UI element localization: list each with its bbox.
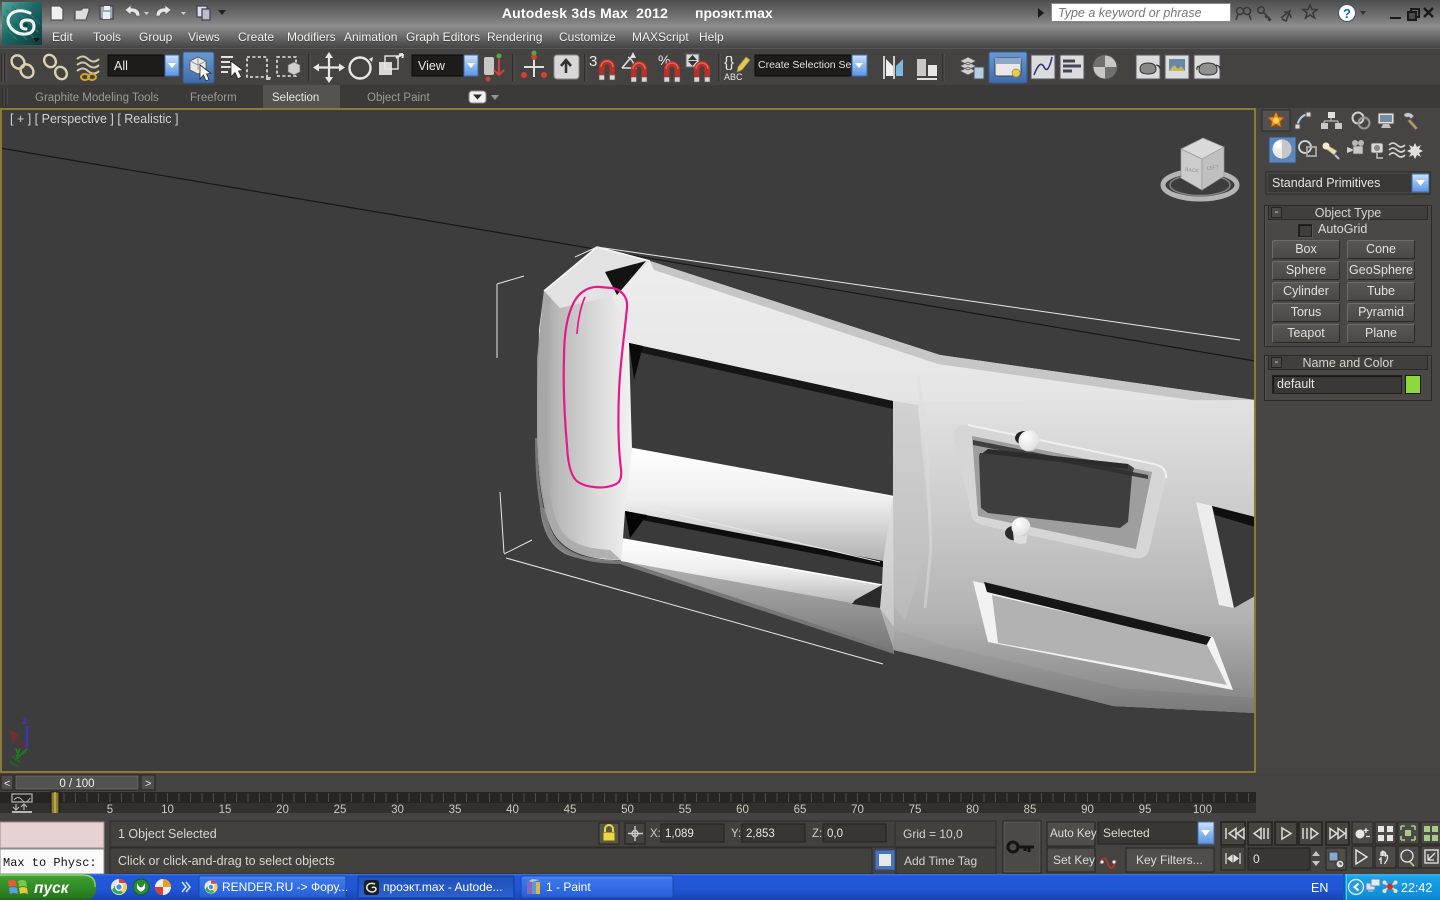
- svg-text:>: >: [145, 778, 151, 790]
- svg-text:View: View: [418, 59, 446, 73]
- svg-text:1 Object Selected: 1 Object Selected: [118, 827, 217, 841]
- svg-text:Graphite Modeling Tools: Graphite Modeling Tools: [35, 92, 159, 104]
- svg-text:X:: X:: [650, 828, 661, 840]
- svg-text:?: ?: [1343, 6, 1351, 21]
- svg-text:Click or click-and-drag to sel: Click or click-and-drag to select object…: [118, 854, 335, 868]
- svg-text:{}: {}: [724, 54, 734, 71]
- svg-text:Y:: Y:: [731, 828, 741, 840]
- svg-text:0: 0: [1253, 852, 1260, 866]
- svg-text:Grid = 10,0: Grid = 10,0: [903, 827, 963, 841]
- svg-text:3: 3: [589, 53, 597, 70]
- svg-text:Set Key: Set Key: [1053, 853, 1095, 867]
- svg-text:пуск: пуск: [34, 880, 70, 897]
- svg-text:All: All: [114, 59, 128, 73]
- svg-text:Key Filters...: Key Filters...: [1136, 853, 1203, 867]
- svg-text:Create Selection Se: Create Selection Se: [758, 59, 852, 71]
- svg-text:ABC: ABC: [724, 72, 743, 82]
- svg-text:<: <: [4, 778, 10, 790]
- svg-text:проэкт.max - Autode...: проэкт.max - Autode...: [383, 880, 503, 894]
- svg-text:Standard Primitives: Standard Primitives: [1272, 176, 1380, 190]
- svg-text:0 / 100: 0 / 100: [59, 778, 94, 790]
- svg-text:0,0: 0,0: [827, 828, 843, 840]
- svg-text:EN: EN: [1311, 881, 1328, 895]
- svg-text:Selected: Selected: [1103, 826, 1150, 840]
- svg-text:Add Time Tag: Add Time Tag: [904, 854, 977, 868]
- svg-text:1,089: 1,089: [665, 828, 694, 840]
- svg-text:22:42: 22:42: [1401, 881, 1432, 895]
- svg-text:Selection: Selection: [272, 92, 319, 104]
- svg-text:Max to Physc:: Max to Physc:: [3, 856, 97, 870]
- svg-text:Auto Key: Auto Key: [1050, 828, 1097, 840]
- svg-text:Z:: Z:: [812, 828, 822, 840]
- svg-text:RENDER.RU -> Фору...: RENDER.RU -> Фору...: [222, 880, 348, 894]
- svg-text:2,853: 2,853: [746, 828, 775, 840]
- svg-text:Object Paint: Object Paint: [367, 92, 430, 104]
- svg-text:z: z: [22, 715, 28, 727]
- svg-text:1 - Paint: 1 - Paint: [546, 880, 591, 894]
- svg-text:y: y: [15, 746, 21, 757]
- svg-text:Freeform: Freeform: [190, 92, 237, 104]
